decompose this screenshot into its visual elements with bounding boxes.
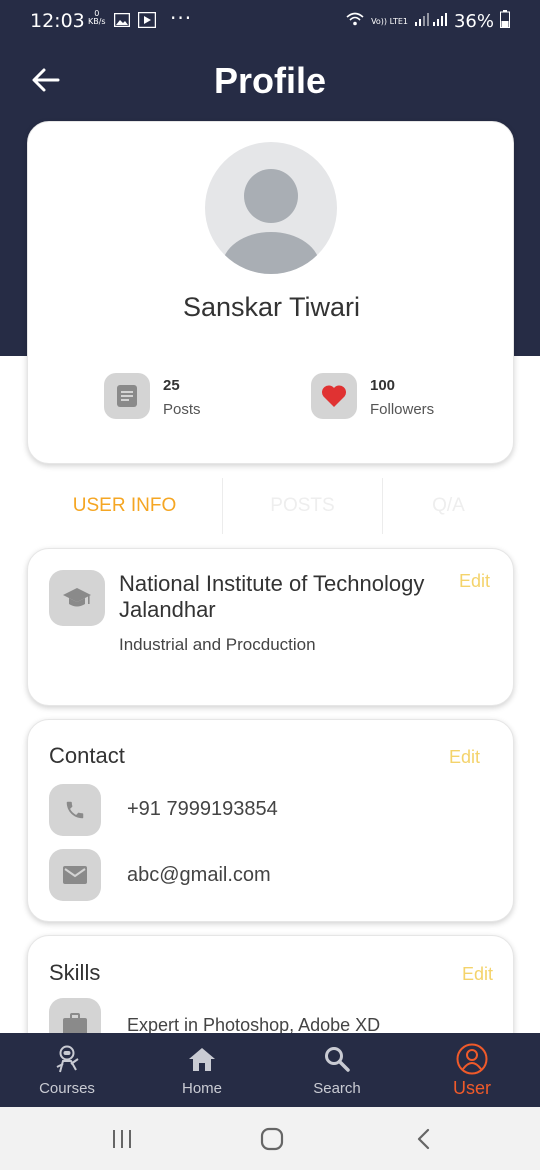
posts-count: 25 [163, 377, 180, 394]
document-icon [104, 373, 150, 419]
edit-education-button[interactable]: Edit [459, 571, 490, 592]
posts-label: Posts [163, 401, 201, 418]
email-address[interactable]: abc@gmail.com [127, 864, 271, 887]
nav-search[interactable]: Search [287, 1033, 387, 1107]
data-speed-indicator: 0 KB/s [88, 10, 106, 26]
search-icon [321, 1043, 353, 1075]
avatar-head [244, 169, 298, 223]
user-icon [456, 1043, 488, 1075]
battery-icon [500, 10, 510, 33]
astronaut-icon [51, 1043, 83, 1075]
avatar[interactable] [205, 142, 337, 274]
status-bar: 12:03 0 KB/s ··· Vo)) LTE1 36% [0, 0, 540, 44]
battery-percent: 36% [453, 11, 494, 32]
recent-apps-icon[interactable] [111, 1128, 133, 1155]
status-right: Vo)) LTE1 36% [345, 10, 510, 33]
nav-courses[interactable]: Courses [17, 1033, 117, 1107]
profile-tabs: USER INFO POSTS Q/A [27, 478, 514, 534]
home-button-icon[interactable] [260, 1127, 284, 1156]
nav-user[interactable]: User [422, 1033, 522, 1107]
home-icon [186, 1043, 218, 1075]
education-card: National Institute of Technology Jalandh… [27, 548, 514, 706]
contact-title: Contact [49, 743, 125, 768]
profile-screen: 12:03 0 KB/s ··· Vo)) LTE1 36% Profile S… [0, 0, 540, 1170]
back-button-icon[interactable] [414, 1128, 434, 1155]
status-time: 12:03 [30, 10, 85, 32]
avatar-body [222, 232, 320, 274]
branch-name: Industrial and Procduction [119, 635, 316, 654]
nav-home[interactable]: Home [152, 1033, 252, 1107]
nav-user-label: User [452, 1078, 491, 1098]
wifi-icon [345, 11, 365, 32]
signal-icon [414, 11, 448, 32]
network-type: Vo)) LTE1 [371, 16, 408, 26]
followers-count: 100 [370, 377, 396, 394]
media-icon [137, 11, 157, 32]
followers-label: Followers [370, 401, 435, 418]
profile-name: Sanskar Tiwari [182, 292, 361, 322]
nav-courses-label: Courses [39, 1080, 95, 1097]
tab-qa[interactable]: Q/A [383, 478, 514, 534]
email-icon [49, 849, 101, 901]
graduation-cap-icon [49, 570, 105, 626]
page-title: Profile [213, 60, 327, 101]
tab-posts[interactable]: POSTS [223, 478, 382, 534]
gallery-icon [113, 12, 131, 31]
nav-home-label: Home [181, 1080, 222, 1097]
nav-search-label: Search [313, 1080, 361, 1097]
phone-icon [49, 784, 101, 836]
edit-contact-button[interactable]: Edit [449, 747, 480, 768]
system-navigation-bar [0, 1107, 540, 1170]
phone-number[interactable]: +91 7999193854 [127, 798, 278, 821]
contact-card: Contact Edit +91 7999193854 abc@gmail.co… [27, 719, 514, 922]
more-notifications-icon: ··· [170, 6, 193, 30]
skills-title: Skills [49, 960, 101, 985]
posts-stat[interactable]: 25 Posts [104, 373, 254, 421]
edit-skills-button[interactable]: Edit [462, 964, 493, 985]
followers-stat[interactable]: 100 Followers [311, 373, 481, 421]
bottom-navigation: Courses Home Search User [0, 1033, 540, 1107]
tab-user-info[interactable]: USER INFO [27, 478, 222, 534]
profile-card: Sanskar Tiwari 25 Posts 100 Followers [27, 121, 514, 464]
institute-name: National Institute of Technology Jalandh… [119, 571, 425, 622]
heart-icon [311, 373, 357, 419]
data-speed-unit: KB/s [88, 17, 106, 26]
